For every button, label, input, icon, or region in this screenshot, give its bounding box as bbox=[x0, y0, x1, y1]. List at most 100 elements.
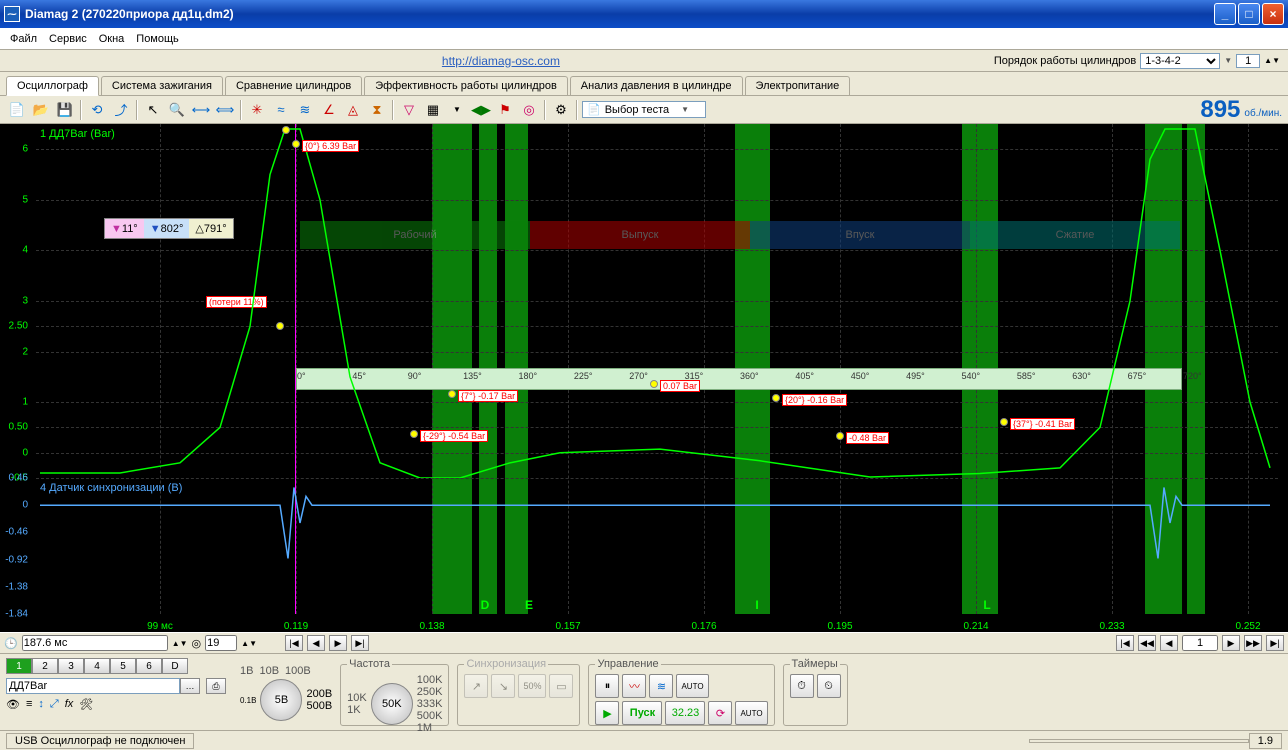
tool-a-icon[interactable]: ⟲ bbox=[86, 99, 108, 121]
maximize-button[interactable]: □ bbox=[1238, 3, 1260, 25]
voltage-knob[interactable]: 5B bbox=[260, 679, 302, 721]
firing-order-label: Порядок работы цилиндров bbox=[994, 55, 1136, 67]
chart-sync: 4 Датчик синхронизации (В) -1.84-1.38-0.… bbox=[0, 478, 1288, 614]
nav-icon[interactable]: ◀▶ bbox=[470, 99, 492, 121]
channel-name-input[interactable] bbox=[6, 678, 180, 694]
channel-btn-1[interactable]: 1 bbox=[6, 658, 32, 674]
flag-icon[interactable]: ⚑ bbox=[494, 99, 516, 121]
test-select[interactable]: 📄 Выбор теста bbox=[582, 101, 706, 118]
ruler-icon[interactable]: ⟷ bbox=[190, 99, 212, 121]
pointer-icon[interactable]: ↖ bbox=[142, 99, 164, 121]
ruler2-icon[interactable]: ⟺ bbox=[214, 99, 236, 121]
channel-btn-4[interactable]: 4 bbox=[84, 658, 110, 674]
nav2-prev[interactable]: ◀ bbox=[1160, 635, 1178, 651]
sync-up: ↗ bbox=[464, 674, 488, 698]
move-icon[interactable]: ⤢ bbox=[50, 698, 59, 711]
nav-next[interactable]: ▶ bbox=[329, 635, 347, 651]
channel-more[interactable]: … bbox=[180, 678, 200, 694]
play-button[interactable]: ▶ bbox=[595, 701, 619, 725]
target-icon[interactable]: ◎ bbox=[518, 99, 540, 121]
menu-file[interactable]: Файл bbox=[4, 31, 43, 47]
url-link[interactable]: http://diamag-osc.com bbox=[8, 54, 994, 68]
nav-last[interactable]: ▶| bbox=[351, 635, 369, 651]
nav-prev[interactable]: ◀ bbox=[307, 635, 325, 651]
save-icon[interactable]: 💾 bbox=[54, 99, 76, 121]
nav2-last[interactable]: ▶| bbox=[1266, 635, 1284, 651]
target2-icon[interactable]: ◎ bbox=[192, 637, 202, 650]
grid-icon[interactable]: ▦ bbox=[422, 99, 444, 121]
menu-service[interactable]: Сервис bbox=[43, 31, 93, 47]
channel-opt[interactable]: ⎙ bbox=[206, 678, 226, 694]
pause-button[interactable]: ⏸ bbox=[595, 674, 619, 698]
tab-power[interactable]: Электропитание bbox=[745, 76, 851, 95]
tab-ignition[interactable]: Система зажигания bbox=[101, 76, 223, 95]
updown-icon[interactable]: ▲▼ bbox=[1264, 56, 1280, 65]
filter-icon[interactable]: ▽ bbox=[398, 99, 420, 121]
gear-icon[interactable]: ⚙ bbox=[550, 99, 572, 121]
channel-btn-5[interactable]: 5 bbox=[110, 658, 136, 674]
rpm-unit: об./мин. bbox=[1244, 108, 1282, 119]
rpm-value: 895 bbox=[1200, 96, 1240, 124]
compass-icon[interactable]: ◬ bbox=[342, 99, 364, 121]
menu-help[interactable]: Помощь bbox=[130, 31, 185, 47]
fx-icon[interactable]: fx bbox=[65, 698, 74, 711]
channel-btn-2[interactable]: 2 bbox=[32, 658, 58, 674]
tab-efficiency[interactable]: Эффективность работы цилиндров bbox=[364, 76, 568, 95]
control-row: 🕒 ▲▼ ◎ ▲▼ |◀ ◀ ▶ ▶| |◀ ◀◀ ◀ ▶ ▶▶ ▶| bbox=[0, 632, 1288, 654]
minimize-button[interactable]: _ bbox=[1214, 3, 1236, 25]
down-icon[interactable]: ▼ bbox=[446, 99, 468, 121]
sine-button[interactable]: 〰 bbox=[622, 674, 646, 698]
hourglass-icon[interactable]: ⧗ bbox=[366, 99, 388, 121]
nav2-ff[interactable]: ▶▶ bbox=[1244, 635, 1262, 651]
wrench-icon[interactable]: 🛠 bbox=[79, 698, 93, 711]
cyl-input[interactable] bbox=[1236, 54, 1260, 68]
waves-icon[interactable]: ≈ bbox=[270, 99, 292, 121]
eye-icon[interactable]: 👁 bbox=[6, 698, 20, 711]
menu-windows[interactable]: Окна bbox=[93, 31, 131, 47]
nav2-rew[interactable]: ◀◀ bbox=[1138, 635, 1156, 651]
angle-icon[interactable]: ∠ bbox=[318, 99, 340, 121]
freq-knob[interactable]: 50K bbox=[371, 683, 413, 725]
align-icon[interactable]: ≡ bbox=[26, 698, 32, 711]
page-input[interactable] bbox=[1182, 635, 1218, 651]
burst-icon[interactable]: ✳ bbox=[246, 99, 268, 121]
start-button[interactable]: Пуск bbox=[622, 701, 662, 725]
zoom-icon[interactable]: 🔍 bbox=[166, 99, 188, 121]
annotation: {37°} -0.41 Bar bbox=[1010, 418, 1075, 430]
open-icon[interactable]: 📂 bbox=[30, 99, 52, 121]
dropdown-arrow-icon[interactable]: ▼ bbox=[1224, 56, 1232, 65]
sync-trace bbox=[0, 478, 1288, 614]
channel-btn-3[interactable]: 3 bbox=[58, 658, 84, 674]
annotation: -0.48 Bar bbox=[846, 432, 889, 444]
close-button[interactable]: × bbox=[1262, 3, 1284, 25]
nav-first[interactable]: |◀ bbox=[285, 635, 303, 651]
channel-btn-6[interactable]: 6 bbox=[136, 658, 162, 674]
new-icon[interactable]: 📄 bbox=[6, 99, 28, 121]
nav2-next[interactable]: ▶ bbox=[1222, 635, 1240, 651]
tab-oscilloscope[interactable]: Осциллограф bbox=[6, 76, 99, 96]
tab-compare[interactable]: Сравнение цилиндров bbox=[225, 76, 362, 95]
ctrl-value[interactable]: 32.23 bbox=[665, 701, 705, 725]
spin2-icon[interactable]: ▲▼ bbox=[241, 639, 257, 648]
timer2-button[interactable]: ⏲ bbox=[817, 674, 841, 698]
up-icon[interactable]: ↕ bbox=[38, 698, 44, 711]
firing-order-select[interactable]: 1-3-4-2 bbox=[1140, 53, 1220, 69]
tab-pressure[interactable]: Анализ давления в цилиндре bbox=[570, 76, 743, 95]
annotation: 0.07 Bar bbox=[660, 380, 700, 392]
timer1-button[interactable]: ⏱ bbox=[790, 674, 814, 698]
auto-button[interactable]: AUTO bbox=[676, 674, 708, 698]
chart-area: 1 ДД7Bar (Bar) 65432.50210.500-0.5 Рабоч… bbox=[0, 124, 1288, 632]
auto2-button[interactable]: AUTO bbox=[735, 701, 767, 725]
status-empty bbox=[1029, 739, 1249, 743]
waves2-icon[interactable]: ≋ bbox=[294, 99, 316, 121]
refresh-button[interactable]: ⟳ bbox=[708, 701, 732, 725]
val-input[interactable] bbox=[205, 635, 237, 651]
sync-pct: 50% bbox=[518, 674, 546, 698]
tool-b-icon[interactable]: ⤴ bbox=[110, 99, 132, 121]
time-input[interactable] bbox=[22, 635, 168, 651]
multi-sine-button[interactable]: ≋ bbox=[649, 674, 673, 698]
spin-icon[interactable]: ▲▼ bbox=[172, 639, 188, 648]
nav2-first[interactable]: |◀ bbox=[1116, 635, 1134, 651]
channel-btn-D[interactable]: D bbox=[162, 658, 188, 674]
annotation: {-29°} -0.54 Bar bbox=[420, 430, 488, 442]
